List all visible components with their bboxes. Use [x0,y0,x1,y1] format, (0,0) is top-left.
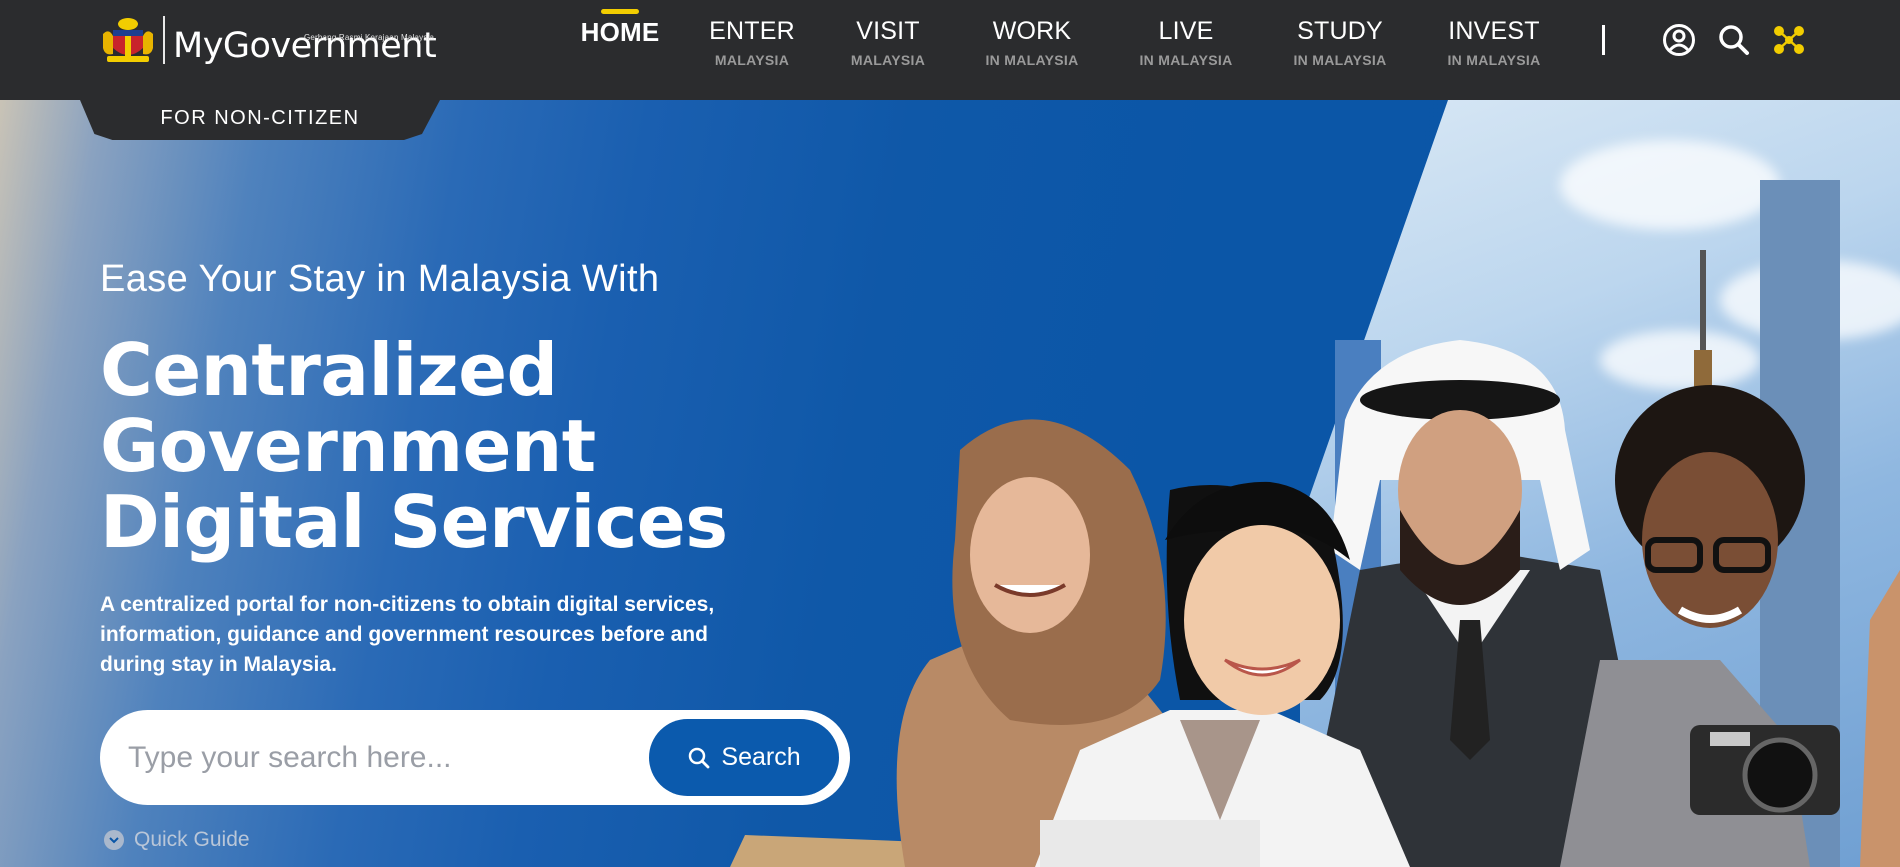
nav-work-label: WORK [992,17,1072,45]
audience-tab-non-citizen[interactable]: FOR NON-CITIZEN [80,100,440,140]
nav-visit-sublabel: MALAYSIA [850,52,926,68]
nav-invest-in-malaysia[interactable]: INVEST IN MALAYSIA [1429,0,1559,100]
headline-line-1: Centralized [100,328,558,412]
nav-live-label: LIVE [1158,17,1214,45]
nav-live-in-malaysia[interactable]: LIVE IN MALAYSIA [1121,0,1251,100]
logo-tagline: Gerbang Rasmi Kerajaan Malaysia [303,33,435,42]
nav-enter-label: ENTER [709,17,795,45]
nav-study-sublabel: IN MALAYSIA [1293,52,1387,68]
search-icon[interactable] [1716,22,1752,58]
nav-enter-sublabel: MALAYSIA [714,52,790,68]
headline-line-3: Digital Services [100,480,728,564]
nav-separator [1602,25,1605,55]
nav-home[interactable]: HOME [555,0,685,100]
user-account-icon[interactable] [1661,22,1697,58]
nav-enter-malaysia[interactable]: ENTER MALAYSIA [687,0,817,100]
mygovernment-logo[interactable]: Gerbang Rasmi Kerajaan Malaysia MyGovern… [99,16,437,66]
nav-work-in-malaysia[interactable]: WORK IN MALAYSIA [967,0,1097,100]
nav-study-in-malaysia[interactable]: STUDY IN MALAYSIA [1275,0,1405,100]
headline-line-2: Government [100,404,596,488]
malaysia-coat-of-arms-icon [103,18,153,62]
nav-visit-malaysia[interactable]: VISIT MALAYSIA [823,0,953,100]
search-icon [689,747,710,768]
nav-invest-label: INVEST [1448,17,1540,45]
hero-search-box: Search [100,710,850,805]
sitemap-icon[interactable] [1771,22,1807,58]
quick-guide-toggle[interactable]: Quick Guide [104,828,250,852]
nav-work-sublabel: IN MALAYSIA [985,52,1079,68]
search-button[interactable]: Search [649,719,839,796]
hero-headline: Centralized Government Digital Services [100,332,740,560]
nav-home-label: HOME [580,17,660,47]
quick-guide-label: Quick Guide [134,828,250,851]
logo-divider [163,16,165,64]
active-nav-indicator [601,9,639,14]
nav-invest-sublabel: IN MALAYSIA [1447,52,1541,68]
top-navigation-bar: Gerbang Rasmi Kerajaan Malaysia MyGovern… [0,0,1900,100]
nav-visit-label: VISIT [856,17,920,45]
logo-text-my: My [173,26,223,66]
search-button-label: Search [721,743,801,771]
logo-wordmark: Gerbang Rasmi Kerajaan Malaysia MyGovern… [173,24,437,68]
chevron-down-icon [104,830,124,850]
search-input[interactable] [128,730,628,785]
nav-live-sublabel: IN MALAYSIA [1139,52,1233,68]
hero-description: A centralized portal for non-citizens to… [100,593,715,676]
nav-study-label: STUDY [1297,17,1383,45]
hero-banner: Ease Your Stay in Malaysia With Centrali… [0,100,1900,867]
hero-eyebrow: Ease Your Stay in Malaysia With [100,258,660,300]
